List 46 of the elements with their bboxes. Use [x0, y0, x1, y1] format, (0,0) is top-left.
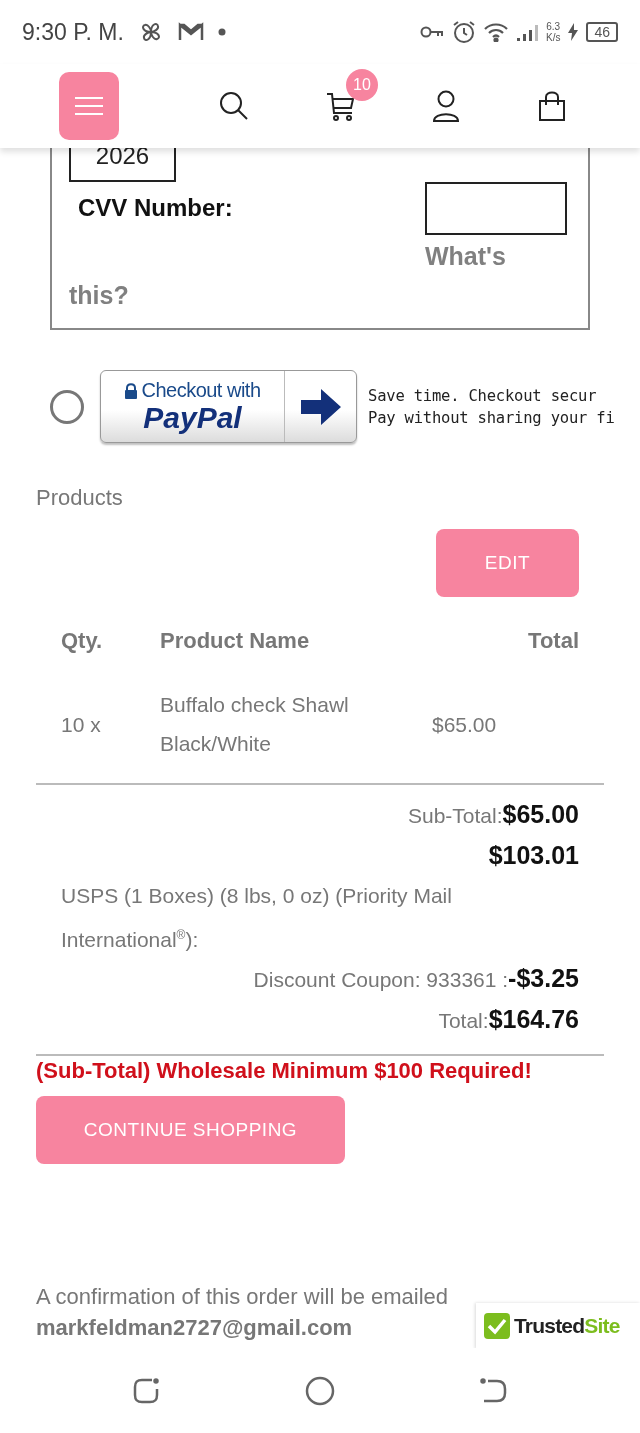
cart-count-badge: 10	[346, 69, 378, 101]
key-icon	[419, 25, 444, 39]
status-time: 9:30 P. M.	[22, 18, 124, 46]
lock-icon	[124, 382, 139, 399]
alarm-icon	[451, 20, 476, 44]
trusted-site-logo: TrustedSite	[514, 1314, 620, 1338]
paypal-radio-button[interactable]	[50, 389, 84, 424]
dot-icon	[217, 28, 226, 36]
total-line: Total:$164.76	[437, 1003, 579, 1035]
products-heading: Products	[36, 485, 123, 511]
shopping-bag-icon[interactable]	[538, 91, 566, 121]
minimum-order-warning: (Sub-Total) Wholesale Minimum $100 Required!	[36, 1058, 532, 1084]
battery-level: 46	[586, 22, 618, 42]
column-header: Total	[527, 627, 579, 655]
column-header: Product Name	[160, 627, 311, 655]
table-cell-text: 10 x	[61, 711, 102, 738]
table-cell-text: $65.00	[432, 711, 498, 738]
mail-icon	[177, 22, 204, 42]
cvv-help-link[interactable]: What's this?	[69, 237, 524, 315]
recent-apps-icon[interactable]	[132, 1376, 161, 1405]
trusted-site-badge[interactable]: TrustedSite	[476, 1303, 640, 1348]
subtotal-line: Sub-Total:$65.00	[406, 799, 579, 830]
menu-icon	[74, 96, 104, 116]
expiry-year-field[interactable]: 2026	[69, 148, 176, 182]
cart-icon[interactable]	[326, 91, 356, 121]
home-icon[interactable]	[305, 1375, 335, 1406]
cvv-label: CVV Number:	[78, 194, 234, 223]
user-icon[interactable]	[432, 90, 460, 122]
shipping-label: USPS (1 Boxes) (8 lbs, 0 oz) (Priority Mail International$^{®}$):	[61, 883, 453, 953]
checkmark-icon	[484, 1313, 510, 1339]
signal-icon	[515, 22, 538, 42]
shipping-cost: $103.01	[488, 840, 579, 869]
back-icon[interactable]	[479, 1376, 508, 1405]
paypal-checkout-button[interactable]: Checkout with PayPal	[100, 370, 357, 443]
table-cell-text: Buffalo check Shawl Black/White	[160, 692, 350, 757]
search-icon[interactable]	[219, 91, 249, 121]
column-header: Qty.	[61, 627, 104, 655]
cvv-input-field[interactable]	[425, 182, 567, 235]
email-address: markfeldman2727@gmail.com	[36, 1314, 353, 1342]
arrow-icon	[298, 386, 343, 427]
wifi-icon	[483, 22, 508, 42]
discount-line: Discount Coupon: 933361 :-$3.25	[252, 963, 579, 994]
confirmation-text: A confirmation of this order will be emailed	[36, 1284, 449, 1310]
network-speed: 6.3 K/s	[545, 21, 561, 43]
charging-icon	[568, 23, 579, 41]
paypal-description: Save time. Checkout secur Pay without sharing your fi	[368, 385, 615, 429]
